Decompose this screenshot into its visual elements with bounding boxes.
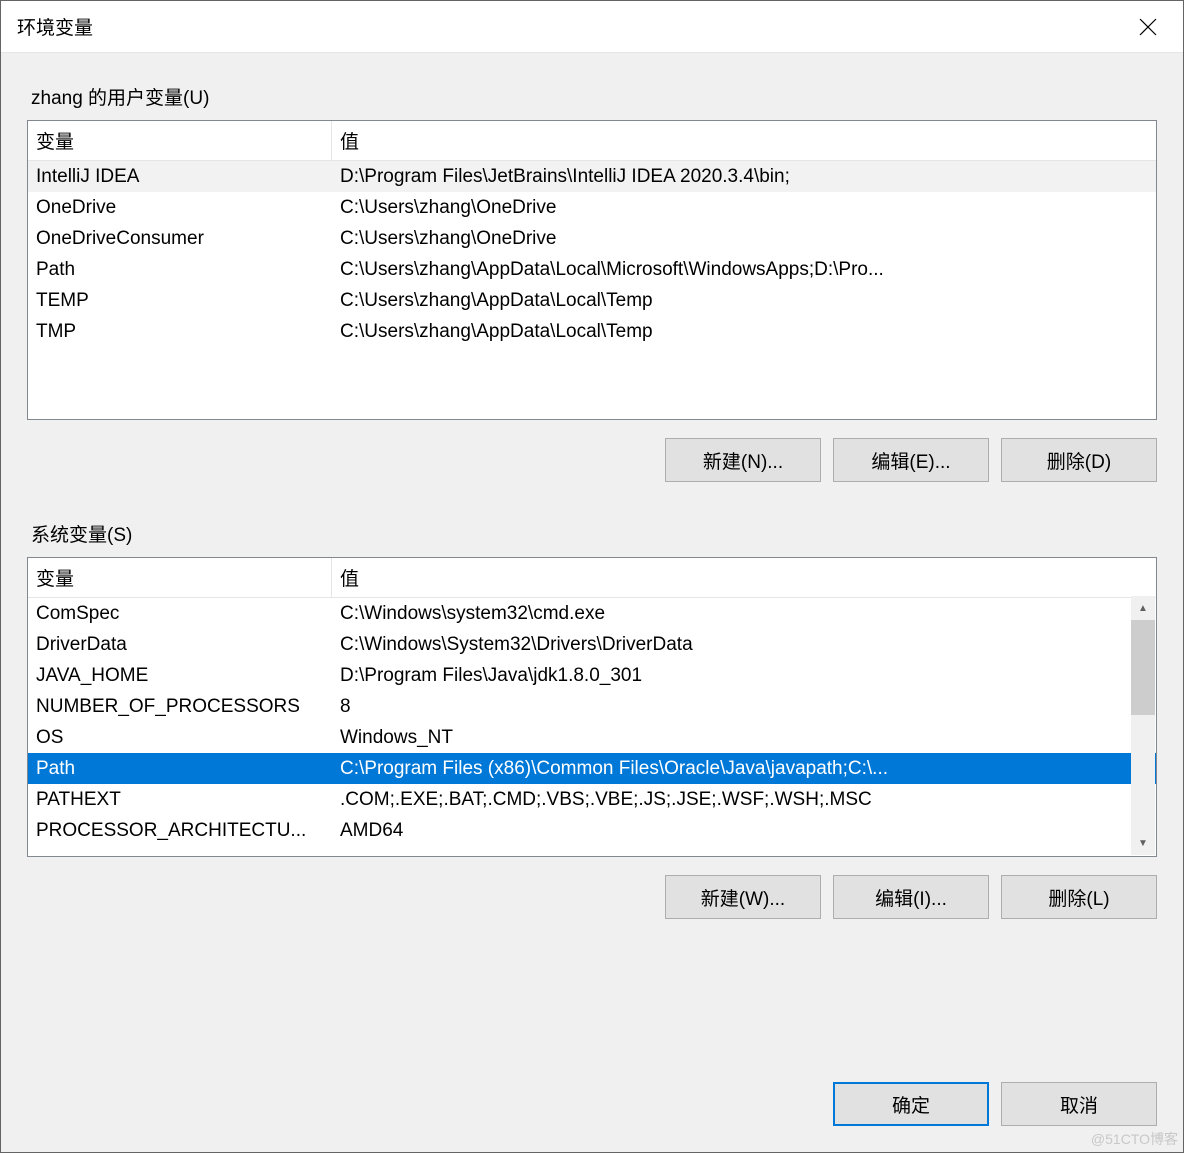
dialog-title: 环境变量 [17, 13, 1113, 40]
cell-value: 8 [332, 696, 1156, 718]
system-delete-button[interactable]: 删除(L) [1001, 875, 1157, 919]
table-row[interactable]: TEMPC:\Users\zhang\AppData\Local\Temp [28, 285, 1156, 316]
cell-variable: DriverData [28, 634, 332, 656]
table-row[interactable]: PathC:\Users\zhang\AppData\Local\Microso… [28, 254, 1156, 285]
cell-value: C:\Users\zhang\OneDrive [332, 197, 1156, 219]
cell-value: C:\Users\zhang\OneDrive [332, 228, 1156, 250]
ok-button[interactable]: 确定 [833, 1082, 989, 1126]
cell-value: C:\Program Files (x86)\Common Files\Orac… [332, 758, 1156, 780]
cell-variable: PATHEXT [28, 789, 332, 811]
table-row[interactable]: TMPC:\Users\zhang\AppData\Local\Temp [28, 316, 1156, 347]
user-variables-listbox[interactable]: 变量 值 IntelliJ IDEAD:\Program Files\JetBr… [27, 120, 1157, 420]
user-button-row: 新建(N)... 编辑(E)... 删除(D) [27, 438, 1157, 482]
cell-variable: PROCESSOR_ARCHITECTU... [28, 820, 332, 842]
scroll-thumb[interactable] [1131, 620, 1155, 715]
close-icon [1139, 18, 1157, 36]
table-row[interactable]: ComSpecC:\Windows\system32\cmd.exe [28, 598, 1156, 629]
table-row[interactable]: PathC:\Program Files (x86)\Common Files\… [28, 753, 1156, 784]
titlebar: 环境变量 [1, 1, 1183, 53]
cell-value: C:\Users\zhang\AppData\Local\Temp [332, 321, 1156, 343]
cell-value: C:\Windows\system32\cmd.exe [332, 603, 1156, 625]
cell-variable: TEMP [28, 290, 332, 312]
user-new-button[interactable]: 新建(N)... [665, 438, 821, 482]
cell-value: C:\Users\zhang\AppData\Local\Microsoft\W… [332, 259, 1156, 281]
table-row[interactable]: OneDriveC:\Users\zhang\OneDrive [28, 192, 1156, 223]
environment-variables-dialog: 环境变量 zhang 的用户变量(U) 变量 值 IntelliJ IDEAD:… [0, 0, 1184, 1153]
cell-value: Windows_NT [332, 727, 1156, 749]
scroll-down-icon[interactable]: ▼ [1131, 831, 1155, 855]
table-row[interactable]: DriverDataC:\Windows\System32\Drivers\Dr… [28, 629, 1156, 660]
cell-variable: TMP [28, 321, 332, 343]
system-scrollbar[interactable]: ▲ ▼ [1131, 596, 1155, 855]
system-variables-group: 系统变量(S) 变量 值 ComSpecC:\Windows\system32\… [27, 520, 1157, 919]
scroll-track[interactable] [1131, 620, 1155, 831]
user-edit-button[interactable]: 编辑(E)... [833, 438, 989, 482]
dialog-content: zhang 的用户变量(U) 变量 值 IntelliJ IDEAD:\Prog… [1, 53, 1183, 1064]
column-header-variable[interactable]: 变量 [28, 558, 332, 597]
system-variables-label: 系统变量(S) [27, 520, 1157, 547]
user-rows: IntelliJ IDEAD:\Program Files\JetBrains\… [28, 161, 1156, 347]
user-variables-group: zhang 的用户变量(U) 变量 值 IntelliJ IDEAD:\Prog… [27, 83, 1157, 482]
table-row[interactable]: NUMBER_OF_PROCESSORS8 [28, 691, 1156, 722]
cell-variable: NUMBER_OF_PROCESSORS [28, 696, 332, 718]
table-row[interactable]: JAVA_HOMED:\Program Files\Java\jdk1.8.0_… [28, 660, 1156, 691]
user-delete-button[interactable]: 删除(D) [1001, 438, 1157, 482]
cell-variable: Path [28, 758, 332, 780]
system-variables-listbox[interactable]: 变量 值 ComSpecC:\Windows\system32\cmd.exeD… [27, 557, 1157, 857]
table-row[interactable]: OSWindows_NT [28, 722, 1156, 753]
cell-value: C:\Users\zhang\AppData\Local\Temp [332, 290, 1156, 312]
cell-variable: OS [28, 727, 332, 749]
column-header-value[interactable]: 值 [332, 121, 1156, 160]
column-header-value[interactable]: 值 [332, 558, 1156, 597]
cell-variable: IntelliJ IDEA [28, 166, 332, 188]
cell-value: D:\Program Files\Java\jdk1.8.0_301 [332, 665, 1156, 687]
cell-value: C:\Windows\System32\Drivers\DriverData [332, 634, 1156, 656]
cell-variable: Path [28, 259, 332, 281]
system-edit-button[interactable]: 编辑(I)... [833, 875, 989, 919]
table-row[interactable]: IntelliJ IDEAD:\Program Files\JetBrains\… [28, 161, 1156, 192]
cell-variable: ComSpec [28, 603, 332, 625]
system-new-button[interactable]: 新建(W)... [665, 875, 821, 919]
cell-variable: OneDrive [28, 197, 332, 219]
cell-variable: OneDriveConsumer [28, 228, 332, 250]
cancel-button[interactable]: 取消 [1001, 1082, 1157, 1126]
close-button[interactable] [1113, 1, 1183, 52]
user-variables-label: zhang 的用户变量(U) [27, 83, 1157, 110]
dialog-footer: 确定 取消 [1, 1064, 1183, 1152]
cell-value: AMD64 [332, 820, 1156, 842]
table-row[interactable]: OneDriveConsumerC:\Users\zhang\OneDrive [28, 223, 1156, 254]
system-rows: ComSpecC:\Windows\system32\cmd.exeDriver… [28, 598, 1156, 846]
system-listbox-header: 变量 值 [28, 558, 1156, 598]
cell-variable: JAVA_HOME [28, 665, 332, 687]
cell-value: .COM;.EXE;.BAT;.CMD;.VBS;.VBE;.JS;.JSE;.… [332, 789, 1156, 811]
cell-value: D:\Program Files\JetBrains\IntelliJ IDEA… [332, 166, 1156, 188]
system-button-row: 新建(W)... 编辑(I)... 删除(L) [27, 875, 1157, 919]
table-row[interactable]: PATHEXT.COM;.EXE;.BAT;.CMD;.VBS;.VBE;.JS… [28, 784, 1156, 815]
scroll-up-icon[interactable]: ▲ [1131, 596, 1155, 620]
table-row[interactable]: PROCESSOR_ARCHITECTU...AMD64 [28, 815, 1156, 846]
user-listbox-header: 变量 值 [28, 121, 1156, 161]
column-header-variable[interactable]: 变量 [28, 121, 332, 160]
